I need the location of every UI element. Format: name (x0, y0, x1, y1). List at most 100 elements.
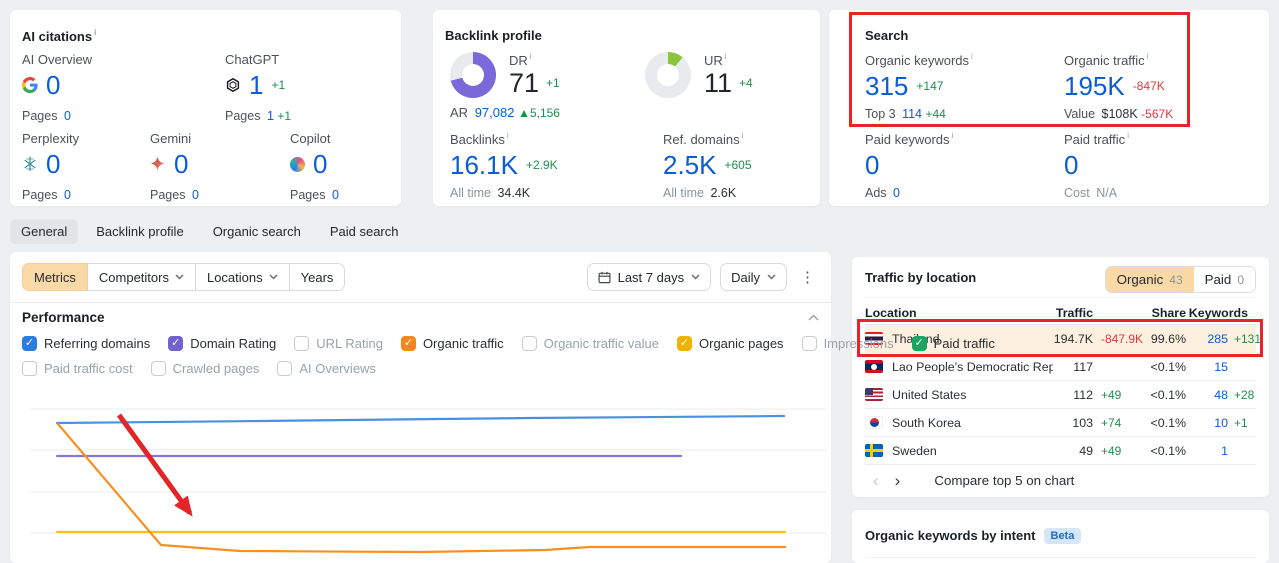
location-row-united-states[interactable]: United States 112 +49 <0.1% 48 +28 (865, 381, 1256, 409)
checkbox-icon (22, 361, 37, 376)
info-icon (971, 52, 973, 61)
chatgpt-metric: ChatGPT 1 +1 Pages 1 +1 (225, 52, 292, 123)
south-korea-flag-icon (865, 416, 883, 429)
info-icon (507, 131, 509, 140)
ar-link[interactable]: 97,082 (475, 105, 515, 120)
paid-keywords-metric: Paid keywords 0 Ads 0 (865, 131, 953, 200)
ref-domains-metric: Ref. domains 2.5K+605 All time 2.6K (663, 131, 752, 200)
performance-title: Performance (22, 310, 105, 325)
ur-donut (645, 52, 691, 98)
paid-toggle-button[interactable]: Paid 0 (1193, 267, 1255, 292)
organic-keywords-link[interactable]: 315 (865, 71, 908, 101)
performance-chart[interactable] (10, 252, 831, 563)
search-panel: Search Organic keywords 315+147 Top 3 11… (829, 10, 1269, 206)
more-options-button[interactable]: ⋮ (796, 268, 819, 286)
organic-traffic-link[interactable]: 195K (1064, 71, 1125, 101)
checkbox-icon (150, 361, 166, 376)
metric-checkbox-paid-traffic[interactable]: Paid traffic (911, 336, 995, 351)
performance-panel: Metrics Competitors Locations Years Last… (10, 252, 995, 563)
backlink-profile-panel: Backlink profile DR 71+1 AR 97,082 ▲5,15… (433, 10, 820, 206)
metrics-filter-button[interactable]: Metrics (22, 263, 88, 291)
metric-toggles-row-1: Referring domains Domain Rating URL Rati… (22, 336, 995, 351)
checkbox-icon (168, 336, 184, 351)
pages-link[interactable]: 0 (332, 188, 339, 202)
info-icon (725, 52, 727, 61)
beta-badge: Beta (1043, 528, 1082, 544)
compare-top5-button[interactable]: Compare top 5 on chart (934, 473, 1074, 488)
pages-link[interactable]: 1 (267, 109, 274, 123)
checkbox-icon (677, 336, 692, 351)
info-icon (1147, 52, 1149, 61)
ahrefs-rank-metric: AR 97,082 ▲5,156 (450, 105, 560, 120)
metric-checkbox-crawled-pages[interactable]: Crawled pages (150, 361, 259, 376)
metric-checkbox-ai-overviews[interactable]: AI Overviews (277, 361, 376, 376)
intent-divider (865, 557, 1256, 558)
metric-toggles-row-2: Paid traffic cost Crawled pages AI Overv… (22, 361, 376, 376)
tab-general[interactable]: General (10, 219, 79, 244)
metric-checkbox-paid-traffic-cost[interactable]: Paid traffic cost (22, 361, 133, 376)
metric-checkbox-referring-domains[interactable]: Referring domains (22, 336, 150, 351)
tab-organic-search[interactable]: Organic search (202, 219, 312, 244)
metric-checkbox-url-rating[interactable]: URL Rating (294, 336, 383, 351)
checkbox-icon (277, 361, 293, 376)
organic-keywords-intent-panel: Organic keywords by intent Beta (852, 510, 1269, 563)
ads-link[interactable]: 0 (893, 186, 900, 200)
granularity-button[interactable]: Daily (720, 263, 787, 291)
chart-filter-group: Metrics Competitors Locations Years (22, 263, 346, 291)
checkbox-icon (294, 336, 310, 351)
backlinks-metric: Backlinks 16.1K+2.9K All time 34.4K (450, 131, 558, 200)
competitors-filter-button[interactable]: Competitors (86, 263, 196, 291)
collapse-section-button[interactable] (808, 314, 819, 321)
checkbox-icon (400, 336, 416, 351)
prev-page-button[interactable]: ‹ (865, 470, 887, 491)
paid-traffic-metric: Paid traffic 0 Cost N/A (1064, 131, 1129, 200)
metric-checkbox-domain-rating[interactable]: Domain Rating (168, 336, 276, 351)
info-icon (94, 28, 96, 37)
metric-checkbox-impressions[interactable]: Impressions (801, 336, 894, 351)
metric-checkbox-organic-pages[interactable]: Organic pages (677, 336, 784, 351)
organic-toggle-button[interactable]: Organic 43 (1105, 267, 1194, 292)
tab-backlink-profile[interactable]: Backlink profile (85, 219, 194, 244)
keywords-link[interactable]: 10 (1214, 416, 1228, 430)
ref-domains-link[interactable]: 2.5K (663, 150, 717, 180)
pages-link[interactable]: 0 (192, 188, 199, 202)
top3-link[interactable]: 114 (902, 107, 922, 121)
url-rating-metric: UR 11+4 (704, 52, 753, 98)
location-table: Location Traffic Share Keywords Thailand… (865, 301, 1261, 465)
keywords-link[interactable]: 15 (1214, 360, 1228, 374)
table-footer: ‹ › Compare top 5 on chart (865, 465, 1256, 495)
years-filter-button[interactable]: Years (288, 263, 346, 291)
gemini-metric: Gemini 0 Pages 0 (150, 131, 199, 202)
checkbox-icon (521, 336, 537, 351)
locations-filter-button[interactable]: Locations (194, 263, 290, 291)
usa-flag-icon (865, 388, 883, 401)
pages-link[interactable]: 0 (64, 109, 71, 123)
location-row-sweden[interactable]: Sweden 49 +49 <0.1% 1 (865, 437, 1256, 465)
sweden-flag-icon (865, 444, 883, 457)
tab-paid-search[interactable]: Paid search (319, 219, 410, 244)
backlink-profile-title: Backlink profile (445, 28, 542, 43)
keywords-link[interactable]: 285 (1207, 332, 1228, 346)
keywords-link[interactable]: 48 (1214, 388, 1228, 402)
next-page-button[interactable]: › (887, 470, 909, 491)
checkbox-icon (801, 336, 817, 351)
backlinks-link[interactable]: 16.1K (450, 150, 518, 180)
metric-checkbox-organic-traffic-value[interactable]: Organic traffic value (521, 336, 659, 351)
date-range-button[interactable]: Last 7 days (586, 263, 712, 291)
chevron-down-icon (767, 274, 776, 280)
metric-checkbox-organic-traffic[interactable]: Organic traffic (400, 336, 504, 351)
keywords-link[interactable]: 1 (1221, 444, 1228, 458)
info-icon (530, 52, 532, 61)
traffic-by-location-title: Traffic by location (865, 270, 977, 285)
ai-overview-metric: AI Overview 0 Pages 0 (22, 52, 93, 123)
gemini-icon (150, 156, 166, 172)
chevron-down-icon (269, 274, 278, 280)
pages-link[interactable]: 0 (64, 188, 71, 202)
traffic-by-location-panel: Traffic by location Organic 43 Paid 0 Loca… (852, 257, 1269, 497)
info-icon (952, 131, 954, 140)
table-header-row: Location Traffic Share Keywords (865, 301, 1256, 325)
organic-traffic-metric: Organic traffic 195K-847K Value $108K -5… (1064, 52, 1173, 121)
location-row-south-korea[interactable]: South Korea 103 +74 <0.1% 10 +1 (865, 409, 1256, 437)
location-row-laos[interactable]: Lao People's Democratic Rep 117 <0.1% 15 (865, 353, 1256, 381)
domain-rating-metric: DR 71+1 (509, 52, 560, 98)
